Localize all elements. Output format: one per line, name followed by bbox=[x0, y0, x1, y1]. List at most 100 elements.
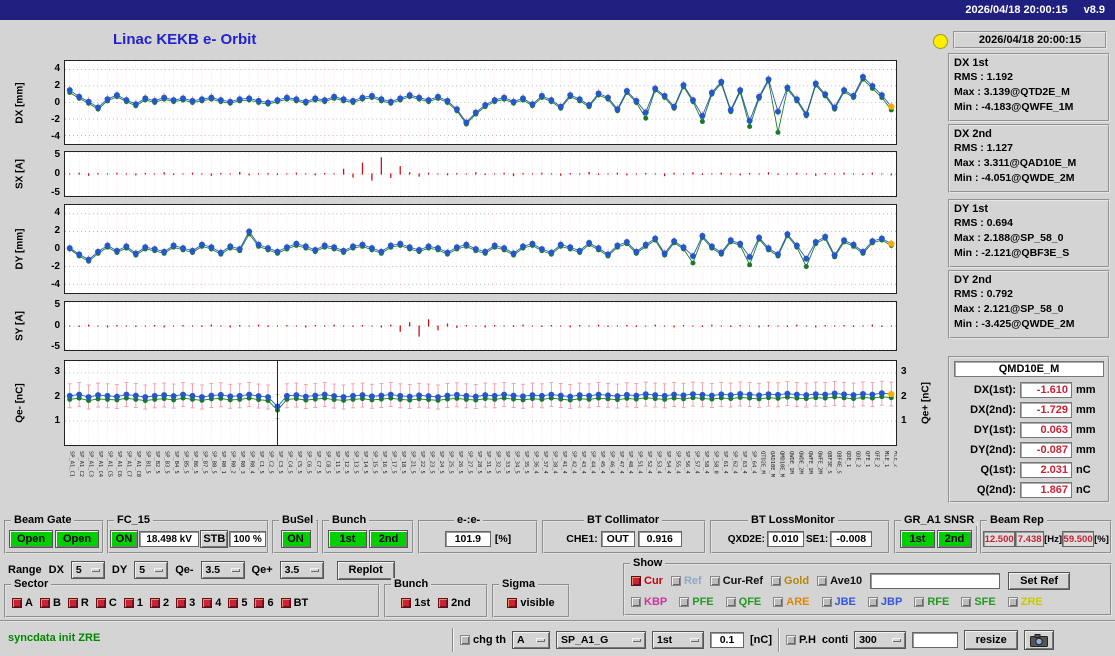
show-ave10-checkbox[interactable]: Ave10 bbox=[817, 575, 862, 587]
qmd-row-value: 2.031 bbox=[1020, 462, 1072, 478]
threshold-input[interactable]: 0.1 bbox=[710, 632, 744, 648]
checkbox-label: A bbox=[25, 597, 33, 609]
ee-ratio-group: e-:e- 101.9 [%] bbox=[418, 514, 538, 554]
qxd2e-field: 0.010 bbox=[767, 531, 804, 547]
qmd-row: DX(2nd): -1.729 mm bbox=[954, 400, 1104, 420]
svg-text:SP_C6_5: SP_C6_5 bbox=[305, 451, 311, 474]
range-qep-select[interactable]: 3.5 bbox=[279, 561, 324, 579]
show-cur-checkbox[interactable]: Cur bbox=[631, 575, 663, 587]
show-qfe-checkbox[interactable]: QFE bbox=[725, 596, 761, 608]
sector-5-checkbox[interactable]: 5 bbox=[228, 597, 247, 609]
sector-6-checkbox[interactable]: 6 bbox=[254, 597, 274, 609]
show-kbp-checkbox[interactable]: KBP bbox=[631, 596, 667, 608]
busel-on-button[interactable]: ON bbox=[280, 530, 311, 548]
resize-button[interactable]: resize bbox=[964, 630, 1019, 650]
range-dy-select[interactable]: 5 bbox=[134, 561, 169, 579]
show-rfe-checkbox[interactable]: RFE bbox=[914, 596, 949, 608]
range-dx-select[interactable]: 5 bbox=[70, 561, 105, 579]
bunch-2nd-checkbox[interactable]: 2nd bbox=[438, 597, 471, 609]
mode-select[interactable]: A bbox=[512, 631, 550, 649]
svg-text:SP_A1_C3: SP_A1_C3 bbox=[88, 451, 94, 477]
svg-text:QMD10E_M: QMD10E_M bbox=[779, 451, 785, 478]
bunch-2nd-button[interactable]: 2nd bbox=[369, 530, 408, 548]
show-cur-ref-checkbox[interactable]: Cur-Ref bbox=[709, 575, 764, 587]
beam-gate-title: Beam Gate bbox=[11, 514, 75, 526]
show-toggles-1: Cur Ref Cur-Ref Gold Ave10 bbox=[631, 575, 862, 587]
range-qem-select[interactable]: 3.5 bbox=[200, 561, 245, 579]
show-are-checkbox[interactable]: ARE bbox=[773, 596, 810, 608]
svg-text:SP_R0_2: SP_R0_2 bbox=[230, 451, 236, 474]
series-line-cur-2nd-bunch bbox=[69, 78, 892, 133]
fc15-on-button[interactable]: ON bbox=[110, 530, 138, 548]
show-sfe-checkbox[interactable]: SFE bbox=[961, 596, 996, 608]
show-pfe-checkbox[interactable]: PFE bbox=[679, 596, 714, 608]
checkbox-indicator bbox=[460, 635, 470, 645]
bunch-1st-button[interactable]: 1st bbox=[328, 530, 367, 548]
sector-4-checkbox[interactable]: 4 bbox=[202, 597, 221, 609]
y-tick-label: -2 bbox=[51, 113, 60, 125]
beam-gate-open-button-1[interactable]: Open bbox=[9, 530, 53, 548]
sector-2-checkbox[interactable]: 2 bbox=[149, 597, 169, 609]
svg-text:SP_21_5: SP_21_5 bbox=[410, 451, 416, 474]
dropdown-indicator-icon bbox=[632, 638, 641, 642]
range-dx-label: DX bbox=[48, 564, 64, 576]
svg-text:SP_61_4: SP_61_4 bbox=[722, 451, 728, 474]
sector-a-checkbox[interactable]: A bbox=[12, 597, 33, 609]
chg-th-checkbox[interactable]: chg th bbox=[460, 634, 506, 646]
svg-text:SP_18_5: SP_18_5 bbox=[400, 451, 406, 474]
checkbox-label: Cur-Ref bbox=[722, 575, 764, 587]
interval-select[interactable]: 300 bbox=[854, 631, 907, 649]
stat-max: Max : 2.188@SP_58_0 bbox=[954, 232, 1064, 244]
ref-file-input[interactable] bbox=[870, 573, 1001, 589]
dropdown-indicator-icon bbox=[154, 568, 164, 572]
stat-box-dx-2nd: DX 2nd RMS : 1.127 Max : 3.311@QAD10E_M Min… bbox=[948, 124, 1110, 193]
chart-q bbox=[64, 360, 897, 446]
sector-bt-checkbox[interactable]: BT bbox=[280, 597, 308, 609]
ph-checkbox[interactable]: P.H bbox=[786, 634, 816, 646]
show-jbe-checkbox[interactable]: JBE bbox=[821, 596, 856, 608]
svg-text:SP_31_5: SP_31_5 bbox=[485, 451, 491, 474]
beam-gate-open-button-2[interactable]: Open bbox=[55, 530, 99, 548]
latest-point-marker bbox=[888, 240, 895, 247]
set-ref-button[interactable]: Set Ref bbox=[1008, 572, 1071, 590]
show-jbp-checkbox[interactable]: JBP bbox=[867, 596, 902, 608]
show-gold-checkbox[interactable]: Gold bbox=[771, 575, 809, 587]
checkbox-label: visible bbox=[520, 597, 555, 609]
show-zre-checkbox[interactable]: ZRE bbox=[1007, 596, 1043, 608]
sector-3-checkbox[interactable]: 3 bbox=[176, 597, 195, 609]
bunch-number-select[interactable]: 1st bbox=[652, 631, 704, 649]
che1-state-field: OUT bbox=[600, 531, 635, 547]
bpm-band-svg: SP_A1_C1 SP_A1_C2 SP_A1_C3 SP_A1_C4 SP_A1_C5… bbox=[69, 451, 899, 478]
replot-button[interactable]: Replot bbox=[336, 560, 395, 580]
checkbox-indicator bbox=[867, 597, 878, 607]
y-tick-label: 2 bbox=[54, 225, 60, 236]
range-qem-label: Qe- bbox=[175, 564, 194, 576]
svg-text:SP_16_5: SP_16_5 bbox=[381, 451, 387, 474]
bpm-select[interactable]: SP_A1_G bbox=[556, 631, 646, 649]
svg-text:SP_33_5: SP_33_5 bbox=[504, 451, 510, 474]
sector-b-checkbox[interactable]: B bbox=[39, 597, 61, 609]
svg-text:SP_34_5: SP_34_5 bbox=[514, 451, 520, 474]
camera-button[interactable] bbox=[1024, 630, 1055, 650]
fc15-stb-button[interactable]: STB bbox=[200, 530, 229, 548]
gr-snsr-2nd-button[interactable]: 2nd bbox=[937, 530, 972, 548]
bunch-1st-checkbox[interactable]: 1st bbox=[401, 597, 430, 609]
sector-r-checkbox[interactable]: R bbox=[67, 597, 89, 609]
blank-input[interactable] bbox=[912, 632, 959, 648]
show-ref-checkbox[interactable]: Ref bbox=[670, 575, 702, 587]
svg-text:QFE_1: QFE_1 bbox=[864, 451, 870, 467]
sector-1-checkbox[interactable]: 1 bbox=[123, 597, 143, 609]
y-tick-label-right: 3 bbox=[901, 366, 907, 378]
svg-text:QTD2E_M: QTD2E_M bbox=[760, 451, 766, 474]
sector-c-checkbox[interactable]: C bbox=[95, 597, 117, 609]
y-tick-label: 1 bbox=[54, 415, 60, 427]
svg-text:SP_13_5: SP_13_5 bbox=[353, 451, 359, 474]
beam-rep-value-1: 12.500 bbox=[983, 531, 1016, 547]
checkbox-indicator bbox=[39, 598, 50, 608]
bpm-label-band: SP_A1_C1 SP_A1_C2 SP_A1_C3 SP_A1_C4 SP_A1_C5… bbox=[64, 449, 899, 511]
gr-snsr-1st-button[interactable]: 1st bbox=[900, 530, 935, 548]
range-qem-value: 3.5 bbox=[205, 564, 221, 576]
sigma-visible-checkbox[interactable]: visible bbox=[507, 597, 555, 609]
qmd-row-label: Q(1st): bbox=[980, 464, 1016, 476]
checkbox-label: 3 bbox=[189, 597, 196, 609]
